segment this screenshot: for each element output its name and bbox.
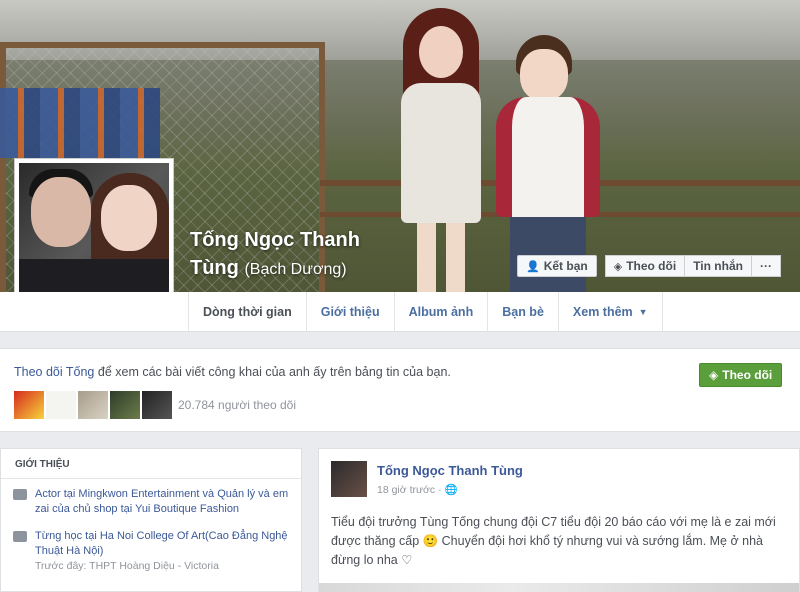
follower-avatar[interactable] xyxy=(14,391,44,419)
message-button[interactable]: Tin nhắn xyxy=(685,255,752,277)
profile-alt-name: (Bạch Dương) xyxy=(244,261,347,278)
chevron-down-icon: ▼ xyxy=(638,307,648,317)
follower-thumbnails xyxy=(14,391,172,419)
cover-person-boy xyxy=(488,35,608,292)
follow-button[interactable]: ◈ Theo dõi xyxy=(604,255,686,277)
post-image[interactable] xyxy=(319,583,799,592)
rss-icon: ◈ xyxy=(709,368,719,382)
tab-about[interactable]: Giới thiệu xyxy=(305,292,394,332)
intro-panel: GIỚI THIỆU Actor tại Mingkwon Entertainm… xyxy=(0,448,302,592)
follower-avatar[interactable] xyxy=(78,391,108,419)
tab-timeline[interactable]: Dòng thời gian xyxy=(188,292,306,332)
intro-item-previous: Trước đây: THPT Hoàng Diệu - Victoria xyxy=(35,560,219,572)
follower-avatar[interactable] xyxy=(142,391,172,419)
add-friend-button[interactable]: 👤 Kết bạn xyxy=(517,255,597,277)
tab-more[interactable]: Xem thêm ▼ xyxy=(557,292,663,332)
follower-avatar[interactable] xyxy=(46,391,76,419)
follow-message-group: ◈ Theo dõi Tin nhắn ··· xyxy=(604,255,781,277)
profile-name-line2: Tùng xyxy=(190,257,239,279)
graduation-cap-icon xyxy=(13,531,27,542)
post-author-avatar[interactable] xyxy=(331,461,367,497)
more-options-button[interactable]: ··· xyxy=(751,255,781,277)
follow-link[interactable]: Theo dõi Tống xyxy=(14,365,94,379)
intro-item-education: Từng học tại Ha Noi College Of Art(Cao Đ… xyxy=(1,521,301,578)
follow-green-button[interactable]: ◈ Theo dõi xyxy=(699,363,783,387)
briefcase-icon xyxy=(13,489,27,500)
tab-photos[interactable]: Album ảnh xyxy=(393,292,488,332)
tab-friends[interactable]: Bạn bè xyxy=(487,292,558,332)
intro-title: GIỚI THIỆU xyxy=(1,449,301,479)
more-icon: ··· xyxy=(759,259,772,273)
post-timestamp[interactable]: 18 giờ trước · 🌐 xyxy=(377,483,458,496)
follower-avatar[interactable] xyxy=(110,391,140,419)
profile-actions: 👤 Kết bạn ◈ Theo dõi Tin nhắn ··· xyxy=(517,255,781,277)
intro-item-work: Actor tại Mingkwon Entertainment và Quản… xyxy=(1,479,301,521)
cover-person-girl xyxy=(395,8,490,292)
rss-icon: ◈ xyxy=(613,260,623,273)
timeline-post: Tống Ngọc Thanh Tùng 18 giờ trước · 🌐 Ti… xyxy=(318,448,800,592)
follower-count: 20.784 người theo dõi xyxy=(178,398,296,412)
post-author-name[interactable]: Tống Ngọc Thanh Tùng xyxy=(377,463,523,478)
add-friend-icon: 👤 xyxy=(526,260,540,273)
profile-nav-bar: Dòng thời gian Giới thiệu Album ảnh Bạn … xyxy=(0,292,800,332)
follow-prompt: Theo dõi Tống để xem các bài viết công k… xyxy=(14,365,451,379)
profile-name-line1: Tống Ngọc Thanh xyxy=(190,229,360,251)
post-text: Tiểu đội trưởng Tùng Tống chung đội C7 t… xyxy=(331,515,776,567)
follow-box: Theo dõi Tống để xem các bài viết công k… xyxy=(0,348,800,432)
profile-name: Tống Ngọc Thanh Tùng (Bạch Dương) xyxy=(190,226,360,284)
cover-bricks xyxy=(0,88,160,158)
